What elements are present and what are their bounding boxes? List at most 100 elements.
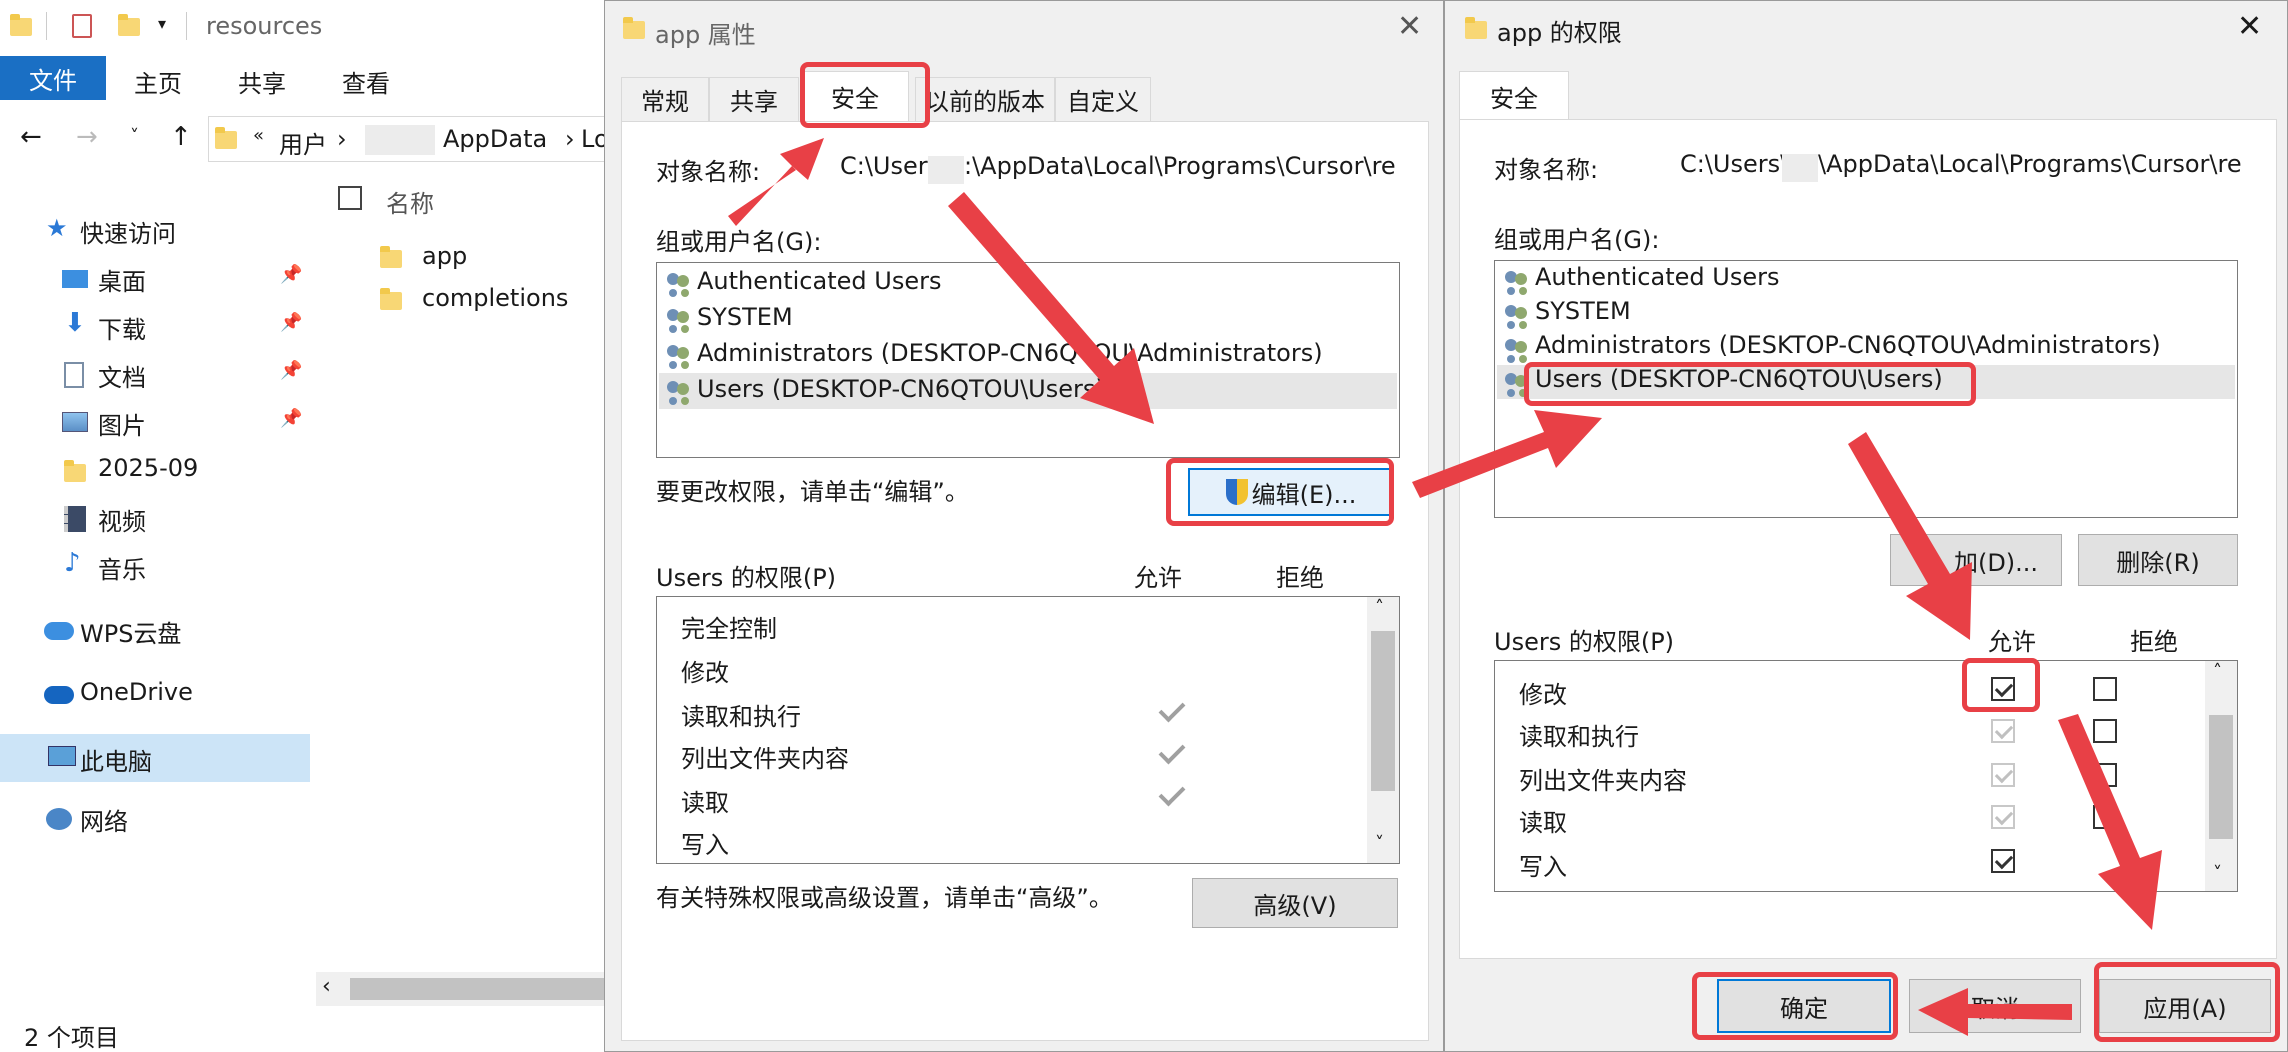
user-item-users[interactable]: Users (DESKTOP-CN6QTOU\Users)	[659, 373, 1397, 409]
column-header-name[interactable]: 名称	[386, 184, 434, 219]
nav-item-2025-09[interactable]: 2025-09	[0, 450, 312, 490]
folder-icon	[215, 127, 237, 149]
chevron-down-icon[interactable]: ˅	[2213, 863, 2222, 884]
cloud-icon	[44, 686, 74, 704]
user-item-system[interactable]: SYSTEM	[1497, 297, 2235, 331]
horizontal-scrollbar[interactable]: ‹	[316, 972, 610, 1006]
perm-modify: 修改	[1519, 681, 1567, 709]
nav-item-desktop[interactable]: 桌面 📌	[0, 258, 312, 298]
deny-checkbox-read[interactable]	[2093, 805, 2117, 829]
chevron-down-icon[interactable]: ˅	[1375, 833, 1384, 854]
nav-item-this-pc[interactable]: 此电脑	[0, 734, 310, 782]
chevron-left-icon[interactable]: ‹	[322, 974, 331, 999]
quick-access-toolbar: ▾ resources	[0, 0, 610, 54]
nav-item-quick-access[interactable]: ★ 快速访问	[0, 210, 312, 250]
address-separator: ›	[565, 125, 575, 153]
tab-previous-versions[interactable]: 以前的版本	[915, 77, 1055, 121]
user-list[interactable]: Authenticated Users SYSTEM Administrator…	[656, 262, 1400, 458]
address-segment-users[interactable]: 用户	[279, 125, 327, 160]
pin-icon[interactable]: 📌	[280, 264, 302, 285]
scrollbar-thumb[interactable]	[2209, 715, 2233, 839]
pin-icon[interactable]: 📌	[280, 360, 302, 381]
status-bar-item-count: 2 个项目	[24, 1024, 119, 1052]
file-item-completions[interactable]: completions	[376, 282, 606, 318]
user-item-system[interactable]: SYSTEM	[659, 301, 1397, 337]
add-button[interactable]: 加(D)...	[1890, 534, 2062, 586]
group-users-label: 组或用户名(G):	[656, 228, 822, 256]
user-group-icon	[1503, 303, 1531, 327]
chevron-up-icon[interactable]: ˄	[1375, 597, 1384, 618]
allow-checkbox-read-execute	[1991, 719, 2015, 743]
ribbon-tab-file[interactable]: 文件	[0, 56, 106, 100]
permission-list: 修改 读取和执行 列出文件夹内容 读取 写入 ˄ ˅	[1494, 660, 2238, 892]
allow-check-list-folder	[1158, 737, 1186, 765]
perm-read: 读取	[1519, 809, 1567, 837]
user-item-administrators[interactable]: Administrators (DESKTOP-CN6QTOU\Administ…	[659, 337, 1397, 373]
nav-item-music[interactable]: ♪ 音乐	[0, 546, 312, 586]
deny-checkbox-read-execute[interactable]	[2093, 719, 2117, 743]
ribbon-tab-view[interactable]: 查看	[342, 64, 390, 99]
vertical-scrollbar[interactable]: ˄ ˅	[2205, 661, 2237, 891]
download-icon: ⬇	[64, 308, 86, 338]
close-icon[interactable]: ✕	[2237, 9, 2262, 44]
nav-item-pictures[interactable]: 图片 📌	[0, 402, 312, 442]
deny-checkbox-list-folder[interactable]	[2093, 763, 2117, 787]
picture-icon	[62, 412, 88, 432]
user-group-icon	[1503, 269, 1531, 293]
redacted-username	[365, 125, 435, 155]
tab-sharing[interactable]: 共享	[709, 77, 799, 121]
deny-checkbox-modify[interactable]	[2093, 677, 2117, 701]
nav-item-network[interactable]: 网络	[0, 798, 312, 838]
tab-customize[interactable]: 自定义	[1055, 77, 1151, 121]
address-overflow[interactable]: «	[253, 125, 264, 146]
chevron-down-icon[interactable]: ▾	[158, 14, 166, 33]
chevron-up-icon[interactable]: ˄	[2213, 661, 2222, 682]
navigation-pane: ★ 快速访问 桌面 📌 ⬇ 下载 📌 文档 📌 图片 📌 2025-09 视频 …	[0, 180, 312, 1000]
network-icon	[46, 808, 72, 830]
file-item-app[interactable]: app	[376, 240, 606, 276]
nav-item-onedrive[interactable]: OneDrive	[0, 674, 312, 714]
remove-button[interactable]: 删除(R)	[2078, 534, 2238, 586]
properties-check-icon[interactable]	[72, 14, 92, 38]
nav-item-videos[interactable]: 视频	[0, 498, 312, 538]
allow-checkbox-write[interactable]	[1991, 849, 2015, 873]
ribbon-tab-share[interactable]: 共享	[238, 64, 286, 99]
user-group-icon	[665, 343, 693, 367]
nav-item-documents[interactable]: 文档 📌	[0, 354, 312, 394]
nav-item-wps-cloud[interactable]: WPS云盘	[0, 610, 312, 650]
user-item-authenticated[interactable]: Authenticated Users	[659, 265, 1397, 301]
scrollbar-thumb[interactable]	[1371, 631, 1395, 791]
scrollbar-thumb[interactable]	[350, 978, 610, 1000]
up-arrow-icon[interactable]: ↑	[170, 122, 192, 152]
close-icon[interactable]: ✕	[1397, 9, 1422, 44]
highlight-security-tab	[800, 62, 930, 128]
advanced-button[interactable]: 高级(V)	[1192, 878, 1398, 928]
tab-general[interactable]: 常规	[621, 77, 709, 121]
tab-security[interactable]: 安全	[1459, 71, 1569, 121]
highlight-apply-button	[2094, 962, 2280, 1042]
perm-modify: 修改	[681, 659, 729, 687]
pin-icon[interactable]: 📌	[280, 408, 302, 429]
pin-icon[interactable]: 📌	[280, 312, 302, 333]
address-segment-appdata[interactable]: AppData	[443, 125, 547, 153]
user-item-authenticated[interactable]: Authenticated Users	[1497, 263, 2235, 297]
allow-checkbox-read	[1991, 805, 2015, 829]
object-name-label: 对象名称:	[1494, 156, 1599, 184]
object-name-value-b: :\AppData\Local\Programs\Cursor\re	[964, 152, 1396, 180]
group-users-label: 组或用户名(G):	[1494, 226, 1660, 254]
new-folder-icon[interactable]	[118, 14, 140, 36]
select-all-checkbox[interactable]	[338, 186, 362, 210]
ribbon-tab-home[interactable]: 主页	[134, 64, 182, 99]
permissions-label: Users 的权限(P)	[656, 564, 837, 592]
nav-item-downloads[interactable]: ⬇ 下载 📌	[0, 306, 312, 346]
address-bar[interactable]: « 用户 › AppData › Lo	[208, 116, 610, 162]
object-name-label: 对象名称:	[656, 158, 761, 186]
permission-list: 完全控制 修改 读取和执行 列出文件夹内容 读取 写入 ˄ ˅	[656, 596, 1400, 864]
cancel-button[interactable]: 取消	[1909, 979, 2081, 1033]
recent-chevron-icon[interactable]: ˅	[130, 126, 139, 147]
computer-icon	[48, 746, 76, 766]
user-item-administrators[interactable]: Administrators (DESKTOP-CN6QTOU\Administ…	[1497, 331, 2235, 365]
forward-arrow-icon[interactable]: →	[76, 122, 98, 152]
back-arrow-icon[interactable]: ←	[20, 122, 42, 152]
vertical-scrollbar[interactable]: ˄ ˅	[1367, 597, 1399, 863]
